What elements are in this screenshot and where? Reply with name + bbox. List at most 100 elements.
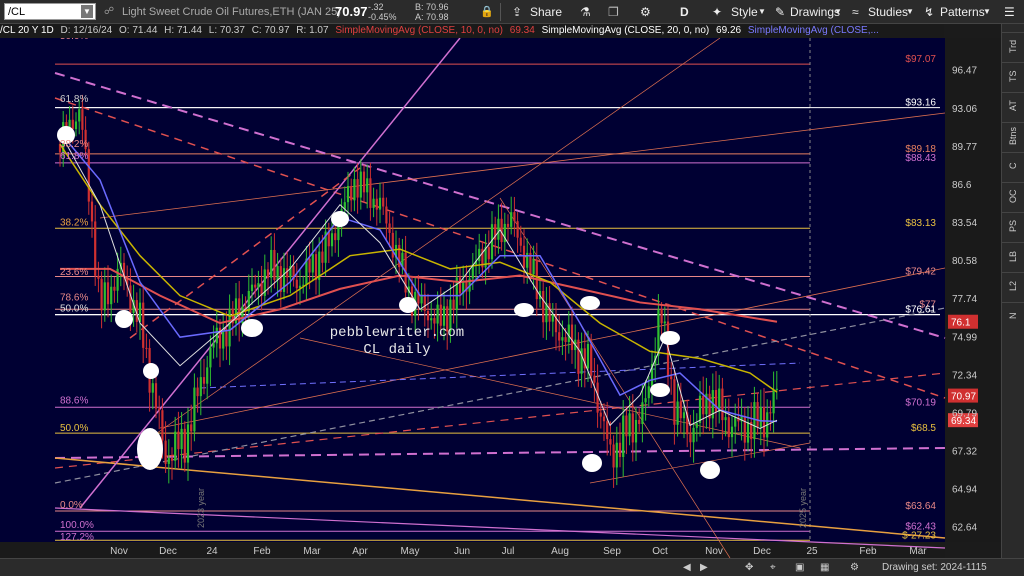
marker-oval (580, 296, 600, 310)
candle-body (561, 337, 564, 341)
candle-body (356, 179, 359, 198)
candle-body (593, 375, 596, 383)
chart-svg[interactable]: 50.0%61.8%38.2%61.8%38.2%23.6%78.6%50.0%… (0, 31, 1001, 559)
chevron-down-icon[interactable]: ▼ (81, 5, 93, 18)
candle-body (542, 290, 545, 323)
nav-tab-n[interactable]: N (1002, 302, 1024, 329)
candle-body (615, 442, 618, 468)
candle-body (622, 415, 625, 458)
drawings-chevron-down-icon[interactable]: ▼ (834, 0, 842, 24)
candle-body (670, 376, 673, 380)
fib-level-label: 50.0% (60, 423, 88, 434)
sma50-label[interactable]: SimpleMovingAvg (CLOSE,... (748, 25, 879, 36)
time-tick-label: Nov (110, 546, 128, 557)
drawings-icon[interactable]: ✎ (775, 0, 785, 24)
drawing-set-label[interactable]: Drawing set: 2024-1115 (882, 561, 987, 574)
candle-body (426, 311, 430, 321)
year-marker-2023: 2023 year (196, 488, 206, 528)
fib-level-label: 61.8% (60, 151, 88, 162)
price-tick-label: 96.47 (952, 66, 977, 77)
style-icon[interactable]: ✦ (712, 0, 722, 24)
nav-tab-at[interactable]: AT (1002, 92, 1024, 119)
flask-icon[interactable]: ⚗ (580, 0, 591, 24)
symbol-input[interactable]: /CL ▼ (4, 3, 96, 20)
style-button[interactable]: Style (731, 0, 758, 24)
studies-icon[interactable]: ≈ (852, 0, 859, 24)
lock-icon[interactable]: 🔒 (480, 0, 494, 24)
candle-body (266, 269, 270, 278)
candle-body (113, 286, 116, 291)
candle-body (602, 416, 606, 422)
price-tick-label: 67.32 (952, 446, 977, 457)
fib-level-label: 61.8% (60, 94, 88, 105)
candle-body (436, 304, 439, 324)
nav-tab-trd[interactable]: Trd (1002, 32, 1024, 59)
annotation-text-line-1[interactable]: pebblewriter.com (330, 325, 464, 341)
pan-icon[interactable]: ✥ (745, 561, 753, 574)
studies-button[interactable]: Studies (868, 0, 908, 24)
zoom-in-icon[interactable]: ▶ (700, 561, 708, 574)
price-level-label: $68.5 (911, 423, 936, 434)
fib-level-label: 127.2% (60, 532, 94, 543)
candle-body (314, 254, 318, 280)
candle-body (753, 402, 756, 440)
annotation-text-line-2[interactable]: CL daily (363, 342, 430, 358)
candle-body (154, 383, 158, 409)
nav-tab-ts[interactable]: TS (1002, 62, 1024, 89)
candle-body (97, 275, 100, 279)
crosshair-icon[interactable]: ⌖ (770, 561, 776, 574)
candle-body (679, 401, 682, 419)
nav-tab-ps[interactable]: PS (1002, 212, 1024, 239)
candle-body (714, 390, 718, 412)
candle-body (458, 277, 462, 294)
nav-tab-l2[interactable]: L2 (1002, 272, 1024, 299)
price-level-label: $79.42 (905, 267, 936, 278)
sma20-label[interactable]: SimpleMovingAvg (CLOSE, 20, 0, no) (542, 25, 710, 36)
candle-body (375, 198, 378, 210)
nav-tab-c[interactable]: C (1002, 152, 1024, 179)
patterns-icon[interactable]: ↯ (924, 0, 934, 24)
patterns-chevron-down-icon[interactable]: ▼ (983, 0, 991, 24)
candle-body (193, 387, 196, 432)
time-tick-label: Dec (753, 546, 771, 557)
time-tick-label: Oct (652, 546, 668, 557)
nav-tab-btns[interactable]: Btns (1002, 122, 1024, 149)
share-icon[interactable]: ⇪ (512, 0, 522, 24)
candle-body (433, 318, 436, 324)
ticker-period: /CL 20 Y 1D (0, 25, 54, 36)
price-level-label: $70.19 (905, 397, 936, 408)
studies-chevron-down-icon[interactable]: ▼ (906, 0, 914, 24)
screenshot-icon[interactable]: ▣ (795, 561, 804, 574)
zoom-out-icon[interactable]: ◀ (683, 561, 691, 574)
compare-icon[interactable]: ❐ (608, 0, 619, 24)
candle-body (103, 282, 106, 311)
candle-body (90, 201, 94, 222)
candle-body (158, 408, 161, 411)
share-button[interactable]: Share (530, 0, 562, 24)
sma10-label[interactable]: SimpleMovingAvg (CLOSE, 10, 0, no) (335, 25, 503, 36)
price-chart[interactable]: 50.0%61.8%38.2%61.8%38.2%23.6%78.6%50.0%… (0, 31, 1024, 559)
candle-body (295, 279, 298, 289)
gear-icon[interactable]: ⚙ (640, 0, 651, 24)
layout-icon[interactable]: ▦ (820, 561, 829, 574)
nav-tab-oc[interactable]: OC (1002, 182, 1024, 209)
nav-tab-lb[interactable]: LB (1002, 242, 1024, 269)
candle-body (167, 458, 170, 464)
patterns-button[interactable]: Patterns (940, 0, 985, 24)
change-block: -.32 -0.45% (368, 2, 397, 22)
candle-body (250, 284, 254, 291)
candle-body (721, 388, 724, 421)
style-chevron-down-icon[interactable]: ▼ (758, 0, 766, 24)
link-icon[interactable]: ☍ (104, 0, 114, 24)
period-button[interactable]: D (680, 0, 689, 24)
time-tick-label: May (401, 546, 420, 557)
candle-body (177, 431, 180, 450)
pct-change: -0.45% (368, 12, 397, 22)
candle-body (756, 402, 759, 427)
settings-icon[interactable]: ⚙ (850, 561, 859, 574)
price-level-label: $97.07 (905, 54, 936, 65)
price-tick-label: 62.64 (952, 523, 977, 534)
drawings-button[interactable]: Drawings (790, 0, 840, 24)
expand-icon[interactable]: ☰ (1004, 0, 1015, 24)
candle-body (71, 119, 74, 130)
